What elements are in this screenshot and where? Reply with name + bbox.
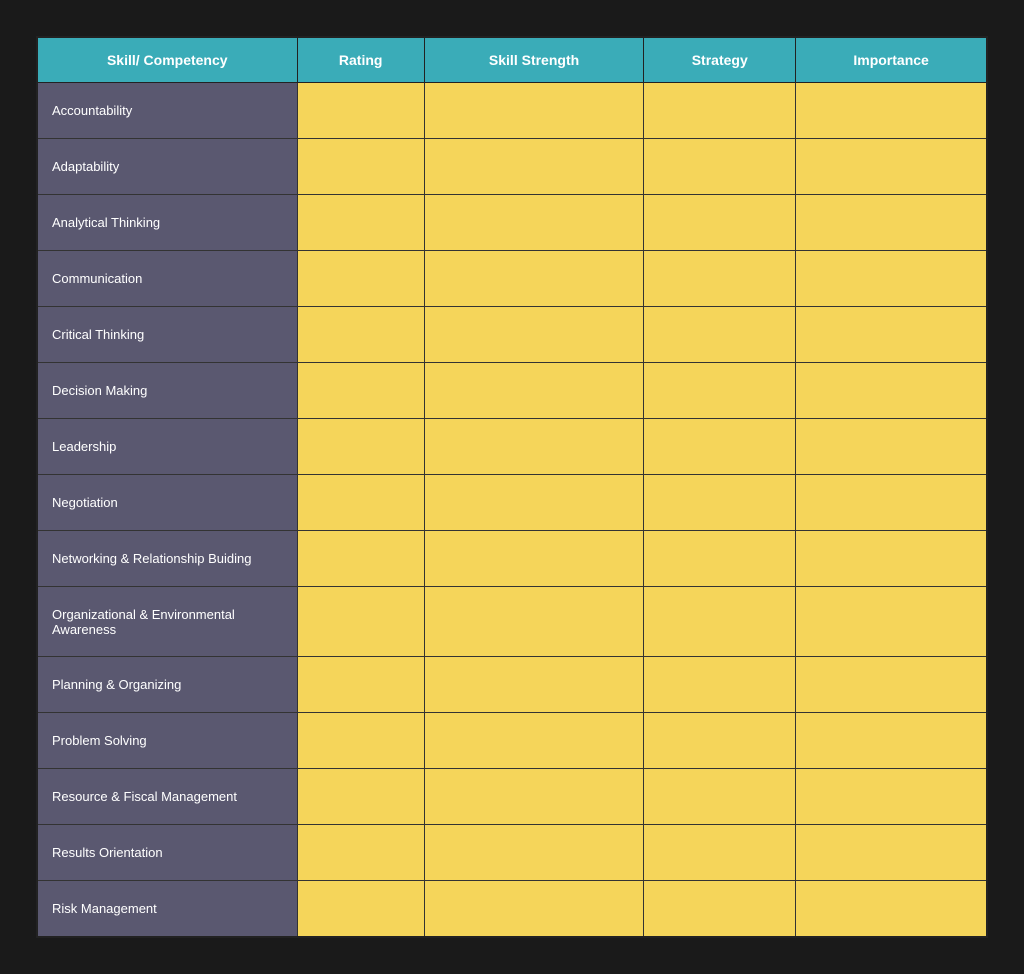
skill-cell: Critical Thinking xyxy=(37,307,297,363)
strategy-cell xyxy=(644,825,796,881)
strategy-cell xyxy=(644,769,796,825)
strength-cell xyxy=(424,475,643,531)
table-row: Accountability xyxy=(37,83,987,139)
strength-cell xyxy=(424,83,643,139)
strength-cell xyxy=(424,139,643,195)
strategy-cell xyxy=(644,475,796,531)
strategy-cell xyxy=(644,195,796,251)
strategy-cell xyxy=(644,251,796,307)
rating-cell xyxy=(297,531,424,587)
importance-cell xyxy=(796,419,987,475)
strength-cell xyxy=(424,419,643,475)
table-row: Problem Solving xyxy=(37,713,987,769)
rating-cell xyxy=(297,83,424,139)
importance-cell xyxy=(796,195,987,251)
strength-cell xyxy=(424,251,643,307)
importance-cell xyxy=(796,307,987,363)
rating-cell xyxy=(297,713,424,769)
table-row: Risk Management xyxy=(37,881,987,937)
strategy-cell xyxy=(644,307,796,363)
importance-cell xyxy=(796,251,987,307)
rating-cell xyxy=(297,475,424,531)
strength-cell xyxy=(424,307,643,363)
table-row: Negotiation xyxy=(37,475,987,531)
table-row: Decision Making xyxy=(37,363,987,419)
header-cell-rating: Rating xyxy=(297,37,424,83)
table-row: Leadership xyxy=(37,419,987,475)
strength-cell xyxy=(424,531,643,587)
table-row: Analytical Thinking xyxy=(37,195,987,251)
strategy-cell xyxy=(644,419,796,475)
skill-cell: Risk Management xyxy=(37,881,297,937)
strategy-cell xyxy=(644,363,796,419)
skill-cell: Decision Making xyxy=(37,363,297,419)
rating-cell xyxy=(297,419,424,475)
importance-cell xyxy=(796,769,987,825)
skill-cell: Networking & Relationship Buiding xyxy=(37,531,297,587)
strength-cell xyxy=(424,825,643,881)
table-row: Communication xyxy=(37,251,987,307)
table-row: Adaptability xyxy=(37,139,987,195)
rating-cell xyxy=(297,251,424,307)
skill-cell: Negotiation xyxy=(37,475,297,531)
importance-cell xyxy=(796,587,987,657)
header-row: Skill/ CompetencyRatingSkill StrengthStr… xyxy=(37,37,987,83)
strategy-cell xyxy=(644,531,796,587)
rating-cell xyxy=(297,881,424,937)
skill-cell: Results Orientation xyxy=(37,825,297,881)
strength-cell xyxy=(424,881,643,937)
rating-cell xyxy=(297,587,424,657)
header-cell-importance: Importance xyxy=(796,37,987,83)
importance-cell xyxy=(796,475,987,531)
importance-cell xyxy=(796,139,987,195)
skill-cell: Accountability xyxy=(37,83,297,139)
rating-cell xyxy=(297,195,424,251)
strategy-cell xyxy=(644,881,796,937)
table-row: Organizational & Environmental Awareness xyxy=(37,587,987,657)
rating-cell xyxy=(297,769,424,825)
rating-cell xyxy=(297,825,424,881)
skill-cell: Communication xyxy=(37,251,297,307)
skill-cell: Analytical Thinking xyxy=(37,195,297,251)
rating-cell xyxy=(297,307,424,363)
rating-cell xyxy=(297,657,424,713)
skill-cell: Organizational & Environmental Awareness xyxy=(37,587,297,657)
strategy-cell xyxy=(644,83,796,139)
table-row: Resource & Fiscal Management xyxy=(37,769,987,825)
table-row: Results Orientation xyxy=(37,825,987,881)
skill-cell: Resource & Fiscal Management xyxy=(37,769,297,825)
strength-cell xyxy=(424,713,643,769)
skill-cell: Planning & Organizing xyxy=(37,657,297,713)
importance-cell xyxy=(796,363,987,419)
table-row: Networking & Relationship Buiding xyxy=(37,531,987,587)
table-wrapper: Skill/ CompetencyRatingSkill StrengthStr… xyxy=(20,20,1004,954)
table-row: Critical Thinking xyxy=(37,307,987,363)
importance-cell xyxy=(796,881,987,937)
header-cell-strategy: Strategy xyxy=(644,37,796,83)
skill-cell: Leadership xyxy=(37,419,297,475)
strength-cell xyxy=(424,657,643,713)
strategy-cell xyxy=(644,139,796,195)
strength-cell xyxy=(424,587,643,657)
table-row: Planning & Organizing xyxy=(37,657,987,713)
strength-cell xyxy=(424,769,643,825)
rating-cell xyxy=(297,139,424,195)
header-cell-skill: Skill/ Competency xyxy=(37,37,297,83)
strength-cell xyxy=(424,363,643,419)
strength-cell xyxy=(424,195,643,251)
rating-cell xyxy=(297,363,424,419)
importance-cell xyxy=(796,531,987,587)
importance-cell xyxy=(796,83,987,139)
skill-cell: Adaptability xyxy=(37,139,297,195)
importance-cell xyxy=(796,657,987,713)
importance-cell xyxy=(796,713,987,769)
strategy-cell xyxy=(644,587,796,657)
importance-cell xyxy=(796,825,987,881)
skills-table: Skill/ CompetencyRatingSkill StrengthStr… xyxy=(36,36,988,938)
skill-cell: Problem Solving xyxy=(37,713,297,769)
header-cell-strength: Skill Strength xyxy=(424,37,643,83)
strategy-cell xyxy=(644,713,796,769)
strategy-cell xyxy=(644,657,796,713)
